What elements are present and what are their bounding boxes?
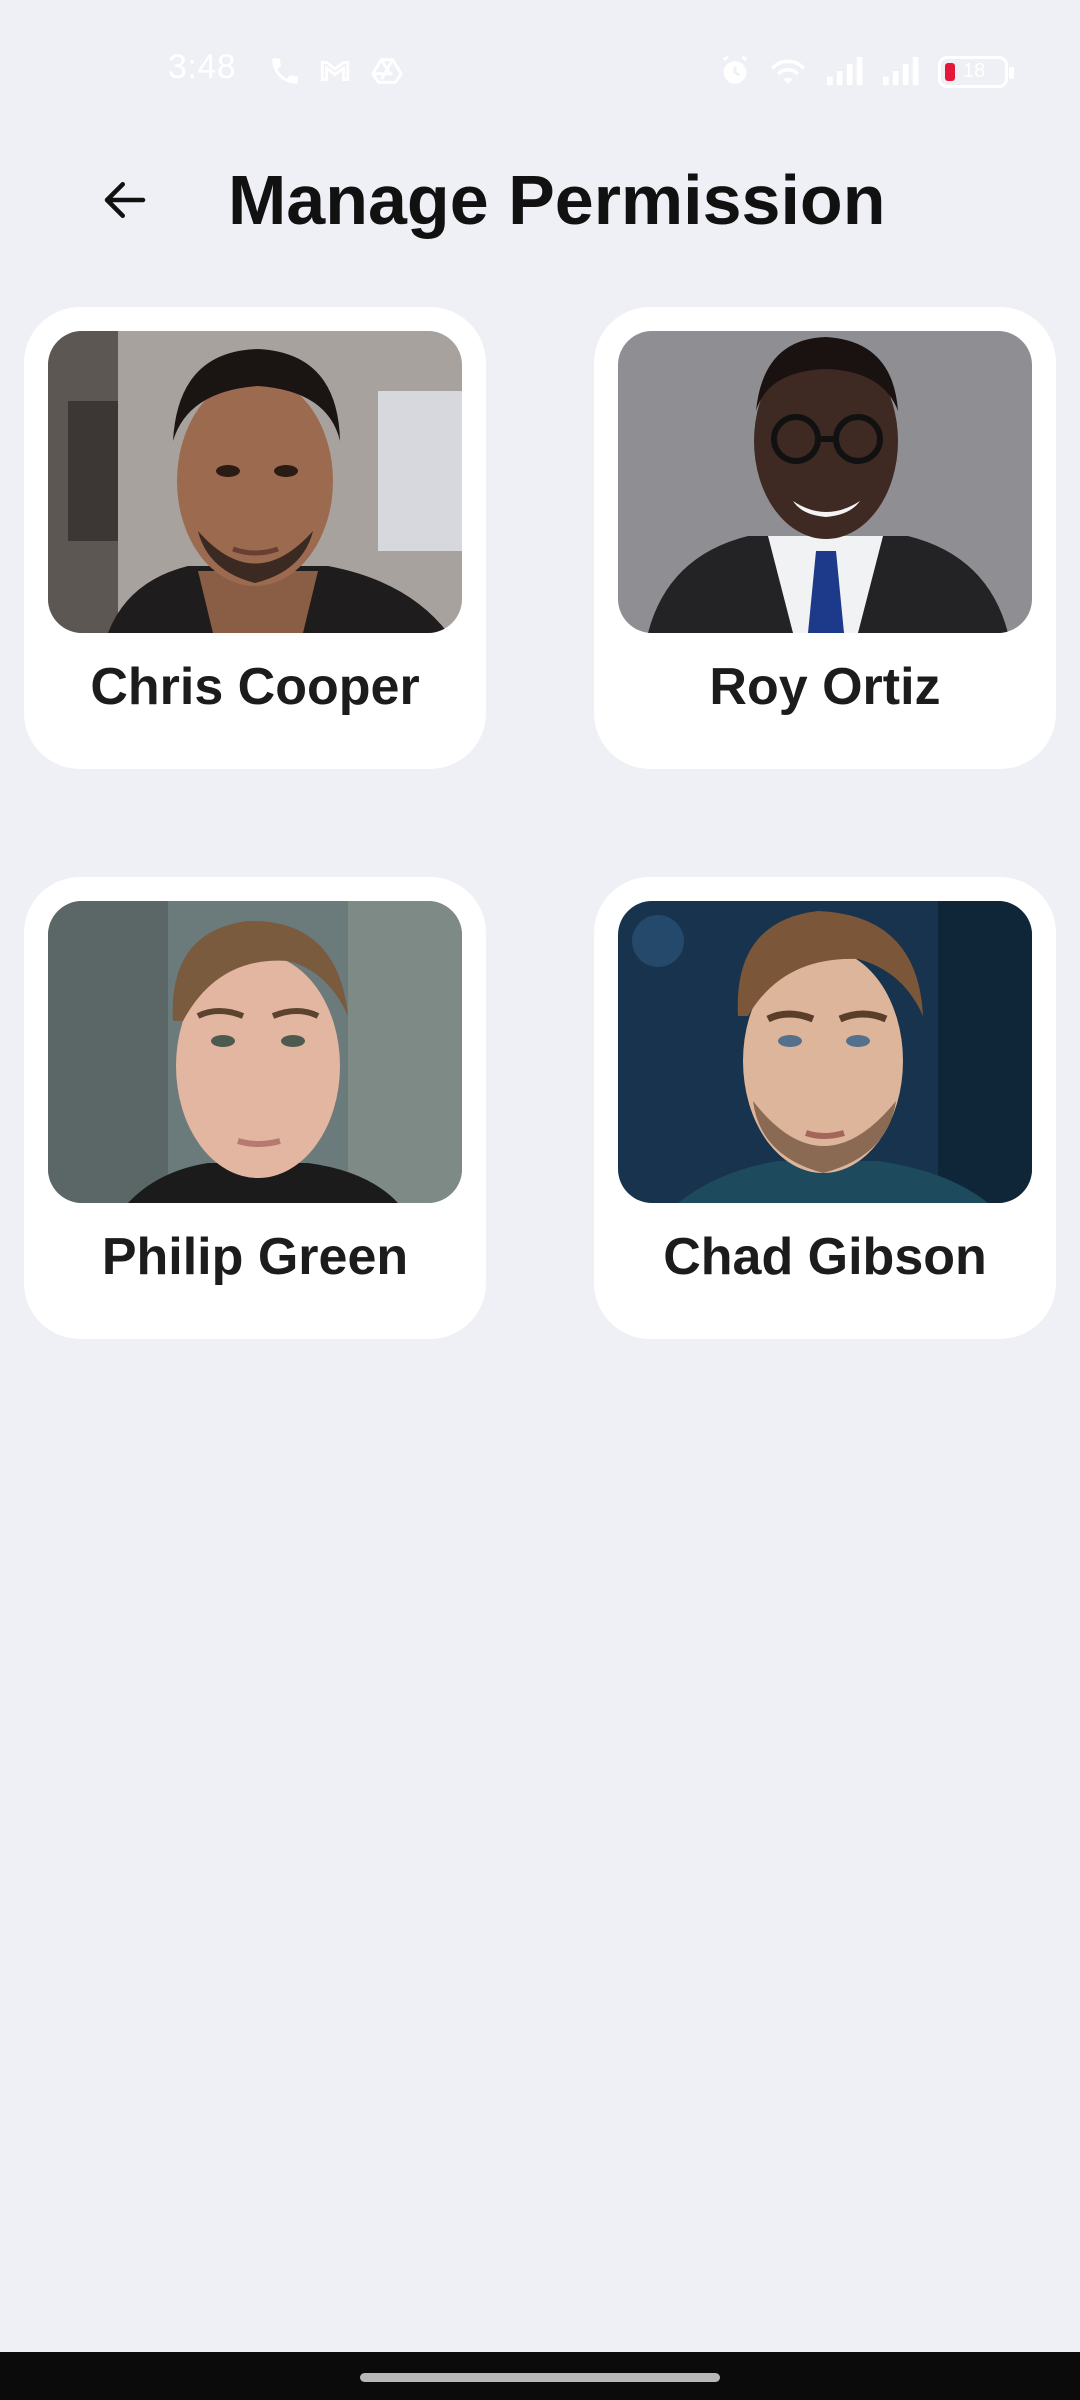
user-name: Chad Gibson (663, 1228, 987, 1286)
gmail-icon (318, 54, 352, 88)
home-indicator[interactable] (360, 2373, 720, 2382)
back-button[interactable] (90, 165, 160, 235)
user-photo (618, 331, 1032, 633)
status-time: 3:48 (168, 48, 237, 86)
phone-icon (268, 54, 302, 88)
user-card-chris-cooper[interactable]: Chris Cooper (24, 307, 486, 769)
battery-fill (945, 63, 955, 81)
user-card-roy-ortiz[interactable]: Roy Ortiz (594, 307, 1056, 769)
user-photo (618, 901, 1032, 1203)
page-title: Manage Permission (228, 161, 886, 239)
signal-icon (822, 54, 866, 88)
user-name: Roy Ortiz (709, 658, 941, 716)
user-card-chad-gibson[interactable]: Chad Gibson (594, 877, 1056, 1339)
user-name: Philip Green (101, 1228, 409, 1286)
navigation-bar (0, 2352, 1080, 2400)
header: Manage Permission (0, 140, 1080, 270)
alarm-icon (718, 54, 752, 88)
wifi-icon (766, 54, 810, 88)
user-name: Chris Cooper (90, 658, 420, 716)
user-photo (48, 331, 462, 633)
user-card-philip-green[interactable]: Philip Green (24, 877, 486, 1339)
status-bar: 3:48 18 (0, 0, 1080, 140)
battery-level: 18 (963, 60, 986, 82)
drive-icon (370, 54, 404, 88)
signal-icon-2 (878, 54, 922, 88)
user-photo (48, 901, 462, 1203)
arrow-left-icon (104, 182, 146, 218)
battery-icon: 18 (938, 56, 1014, 88)
